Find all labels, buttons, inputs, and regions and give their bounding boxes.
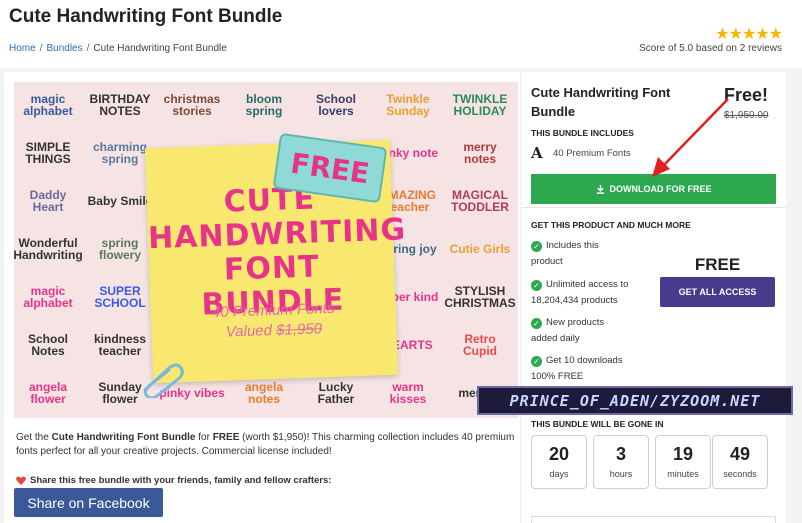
paperclip-icon — [143, 363, 184, 398]
page-title: Cute Handwriting Font Bundle — [9, 6, 283, 27]
countdown-days: 20 days — [531, 435, 587, 489]
rating-stars: ★★★★★ — [715, 26, 783, 43]
feature-text: Get 10 downloads — [546, 355, 623, 366]
feature-item: ✓ Unlimited access to 18,204,434 products — [531, 277, 651, 309]
font-sample-tile: magic alphabet — [23, 92, 73, 118]
divider — [522, 207, 786, 208]
font-sample-tile: charming spring — [92, 140, 147, 166]
font-icon: A — [531, 144, 543, 162]
description-bundle-name: Cute Handwriting Font Bundle — [51, 432, 196, 443]
countdown-value: 49 — [729, 444, 751, 464]
countdown-minutes: 19 minutes — [655, 435, 711, 489]
share-prompt: Share this free bundle with your friends… — [16, 475, 331, 486]
countdown-value: 3 — [615, 444, 626, 464]
feature-text: product — [531, 256, 563, 267]
font-sample-tile: magic alphabet — [23, 284, 73, 310]
font-sample-tile: Cutie Girls — [449, 242, 511, 256]
countdown-heading: THIS BUNDLE WILL BE GONE IN — [531, 419, 664, 429]
promo-valued-amount: $1,950 — [275, 320, 323, 339]
countdown-value: 20 — [548, 444, 570, 464]
product-description: Get the Cute Handwriting Font Bundle for… — [16, 431, 516, 459]
font-sample-tile: BIRTHDAY NOTES — [89, 92, 151, 118]
heart-icon — [16, 476, 26, 485]
font-sample-tile: merry notes — [463, 140, 497, 166]
font-sample-tile: SUPER SCHOOL — [94, 284, 146, 310]
check-icon: ✓ — [531, 280, 542, 291]
breadcrumb-current: Cute Handwriting Font Bundle — [93, 43, 227, 54]
font-sample-tile: Wonderful Handwriting — [14, 236, 83, 262]
font-sample-tile: Twinkle Sunday — [386, 92, 430, 118]
feature-text: Includes this — [546, 240, 599, 251]
font-sample-tile: christmas stories — [163, 92, 221, 118]
get-all-access-button[interactable]: GET ALL ACCESS — [660, 277, 775, 307]
share-text: Share this free bundle with your friends… — [30, 475, 332, 486]
font-sample-tile: spring flowery — [98, 236, 141, 262]
breadcrumb-separator: / — [39, 43, 43, 54]
promo-valued-prefix: Valued — [225, 322, 273, 341]
font-sample-tile: Baby Smile — [87, 194, 153, 208]
feature-item: ✓ Includes this product — [531, 238, 651, 270]
feature-text: 100% FREE — [531, 371, 584, 382]
description-text: Get the — [16, 432, 52, 443]
share-facebook-button[interactable]: Share on Facebook — [14, 488, 163, 517]
description-free: FREE — [212, 432, 240, 443]
feature-text: 18,204,434 products — [531, 295, 618, 306]
font-sample-tile: angela flower — [28, 380, 67, 406]
check-icon: ✓ — [531, 241, 542, 252]
check-icon: ✓ — [531, 356, 542, 367]
red-arrow-annotation — [652, 98, 729, 177]
breadcrumb-home[interactable]: Home — [9, 43, 36, 54]
download-icon — [596, 184, 604, 194]
font-sample-tile: warm kisses — [389, 380, 427, 406]
feature-text: Unlimited access to — [546, 279, 629, 290]
all-access-price: FREE — [694, 255, 741, 274]
countdown-unit: days — [549, 469, 569, 479]
next-panel — [531, 516, 776, 523]
includes-heading: THIS BUNDLE INCLUDES — [531, 128, 634, 138]
font-sample-tile: bloom spring — [245, 92, 283, 118]
fonts-count: 40 Premium Fonts — [553, 148, 631, 159]
feature-item: ✓ New products added daily — [531, 315, 651, 347]
feature-text: added daily — [531, 333, 580, 344]
download-label: DOWNLOAD FOR FREE — [609, 184, 712, 194]
promo-subtitle: 40 Premium Fonts Valued $1,950 — [150, 297, 396, 346]
watermark-banner: PRINCE_OF_ADEN/ZYZOOM.NET — [477, 386, 793, 415]
font-sample-tile: School lovers — [315, 92, 356, 118]
product-image[interactable]: magic alphabet BIRTHDAY NOTES christmas st… — [14, 82, 518, 418]
countdown-unit: seconds — [723, 469, 757, 479]
get-product-heading: GET THIS PRODUCT AND MUCH MORE — [531, 220, 691, 230]
font-sample-tile: MAGICAL TODDLER — [451, 188, 509, 214]
countdown-hours: 3 hours — [593, 435, 649, 489]
rating-score: Score of 5.0 based on 2 reviews — [639, 43, 782, 54]
breadcrumb-bundles[interactable]: Bundles — [46, 43, 82, 54]
font-sample-tile: Retro Cupid — [463, 332, 497, 358]
countdown-seconds: 49 seconds — [712, 435, 768, 489]
font-sample-tile: Daddy Heart — [29, 188, 67, 214]
description-text: for — [195, 432, 213, 443]
breadcrumb: Home / Bundles / Cute Handwriting Font Bundl… — [9, 43, 227, 54]
countdown-unit: hours — [609, 469, 633, 479]
font-sample-tile: School Notes — [27, 332, 68, 358]
font-sample-tile: STYLISH CHRISTMAS — [444, 284, 516, 310]
check-icon: ✓ — [531, 318, 542, 329]
feature-text: New products — [546, 317, 605, 328]
breadcrumb-separator: / — [86, 43, 90, 54]
font-sample-tile: TWINKLE HOLIDAY — [452, 92, 508, 118]
font-sample-tile: SIMPLE THINGS — [25, 140, 71, 166]
countdown-value: 19 — [672, 444, 694, 464]
countdown-unit: minutes — [667, 469, 699, 479]
feature-item: ✓ Get 10 downloads 100% FREE — [531, 353, 651, 385]
